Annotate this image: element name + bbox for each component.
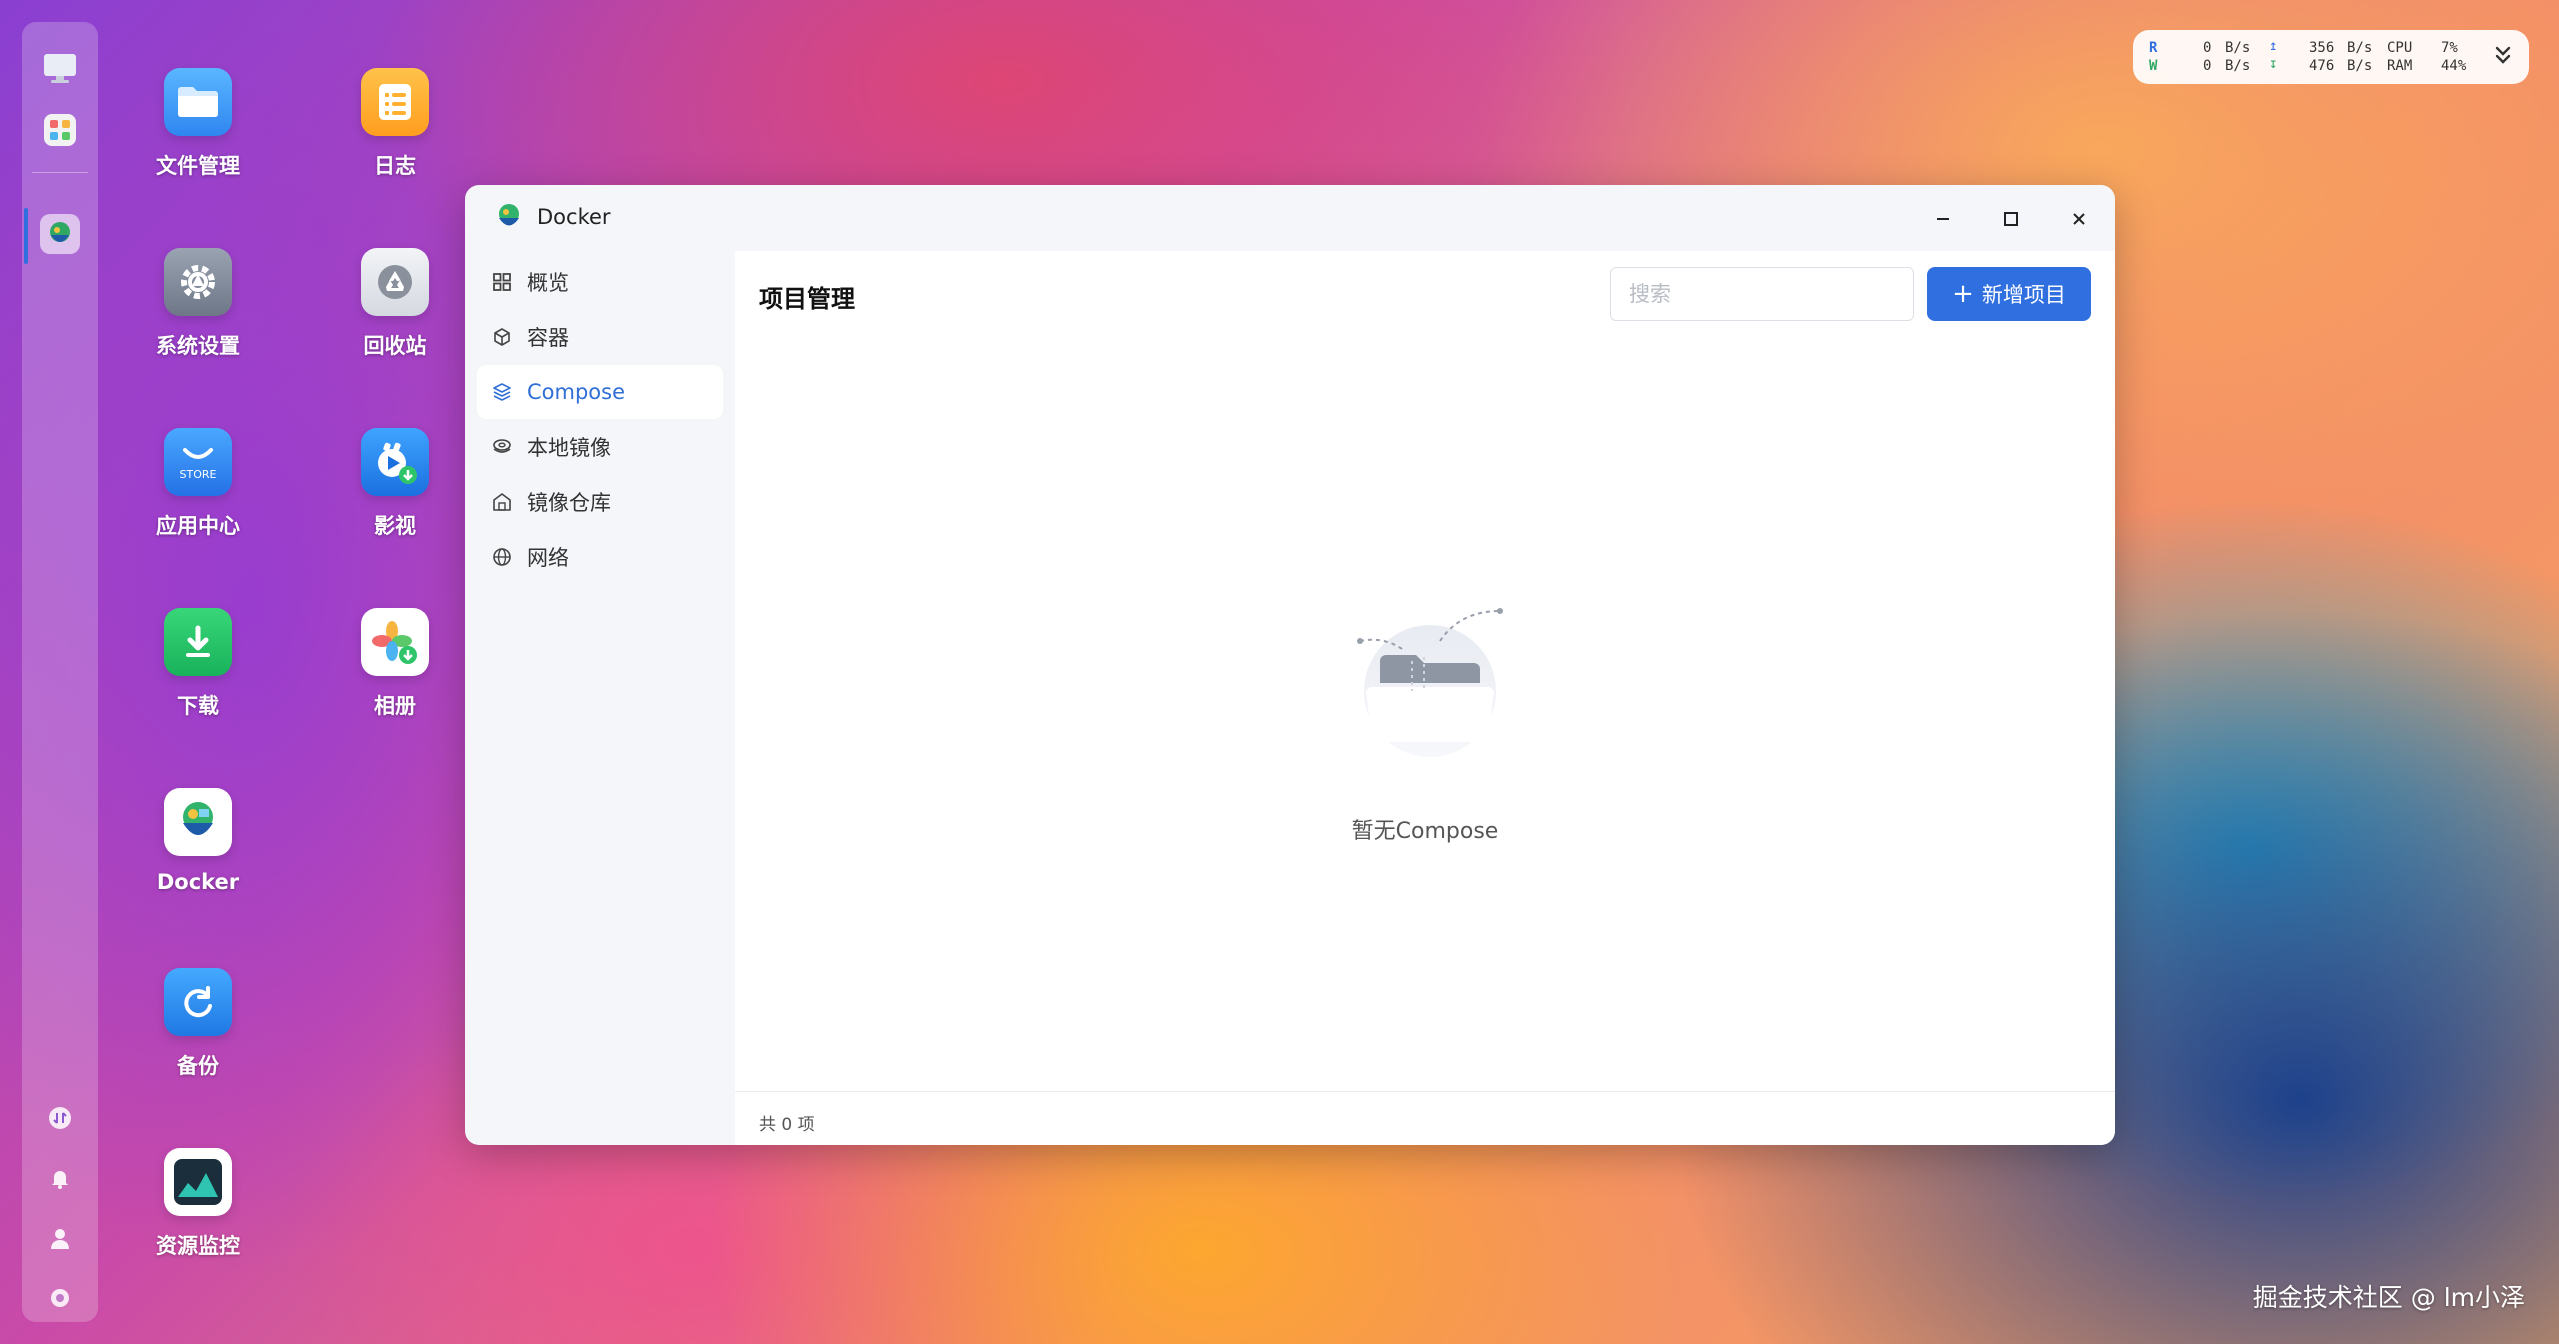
nav-item-network[interactable]: 网络 xyxy=(477,530,723,584)
page-title: 项目管理 xyxy=(759,285,855,313)
docker-window: Docker 概览 容器 Compose 本地镜像 镜像仓库 网络 项目管理 搜… xyxy=(465,185,2115,1145)
desktop: 文件管理 系统设置 STORE 应用中心 下载 Docker 备份 资源监控 日… xyxy=(0,0,2559,1344)
dock-user-icon[interactable] xyxy=(48,1226,72,1250)
upload-speed: 356 xyxy=(2309,40,2335,56)
desktop-icon-video[interactable]: 影视 xyxy=(320,418,470,578)
dock-desktop-icon[interactable] xyxy=(40,48,80,88)
chevron-down-icon[interactable] xyxy=(2493,44,2513,70)
download-icon xyxy=(164,608,232,676)
svg-text:STORE: STORE xyxy=(180,468,217,481)
folder-icon xyxy=(164,68,232,136)
desktop-icon-label: 下载 xyxy=(177,694,219,718)
window-title: Docker xyxy=(537,205,611,229)
write-label: W xyxy=(2149,58,2158,74)
download-unit: B/s xyxy=(2347,58,2373,74)
photos-icon xyxy=(361,608,429,676)
globe-icon xyxy=(491,546,513,568)
desktop-icon-app-center[interactable]: STORE 应用中心 xyxy=(123,418,273,578)
empty-state-text: 暂无Compose xyxy=(1351,819,1499,844)
upload-unit: B/s xyxy=(2347,40,2373,56)
search-input[interactable] xyxy=(1610,267,1914,321)
upload-arrow-icon: ↥ xyxy=(2269,38,2278,54)
dock-docker-icon[interactable] xyxy=(40,214,80,254)
item-count: 共 0 项 xyxy=(759,1115,815,1135)
nav-item-label: 本地镜像 xyxy=(527,436,611,460)
disk-icon xyxy=(491,436,513,458)
desktop-icon-download[interactable]: 下载 xyxy=(123,598,273,758)
nav-item-label: 镜像仓库 xyxy=(527,491,611,515)
nav-item-label: 网络 xyxy=(527,546,569,570)
backup-icon xyxy=(164,968,232,1036)
monitor-icon xyxy=(164,1148,232,1216)
desktop-icon-label: 日志 xyxy=(374,154,416,178)
nav-item-label: 概览 xyxy=(527,271,569,295)
panel-footer: 共 0 项 xyxy=(735,1091,2115,1145)
nav-item-image-registry[interactable]: 镜像仓库 xyxy=(477,475,723,529)
dock-transfer-icon[interactable] xyxy=(48,1106,72,1130)
box-icon xyxy=(491,326,513,348)
dock-settings-icon[interactable] xyxy=(48,1286,72,1310)
layers-icon xyxy=(491,381,513,403)
desktop-icon-backup[interactable]: 备份 xyxy=(123,958,273,1118)
desktop-icon-label: 回收站 xyxy=(363,334,427,358)
watermark: 掘金技术社区 @ lm小泽 xyxy=(2252,1283,2525,1312)
desktop-icon-label: 资源监控 xyxy=(156,1234,240,1258)
plus-icon: + xyxy=(1952,279,1974,309)
warehouse-icon xyxy=(491,491,513,513)
write-speed: 0 xyxy=(2203,58,2212,74)
dock-apps-icon[interactable] xyxy=(40,110,80,150)
cpu-value: 7% xyxy=(2441,40,2458,56)
desktop-icon-label: 系统设置 xyxy=(156,334,240,358)
recycle-icon xyxy=(361,248,429,316)
nav-item-compose[interactable]: Compose xyxy=(477,365,723,419)
nav-item-overview[interactable]: 概览 xyxy=(477,255,723,309)
read-unit: B/s xyxy=(2225,40,2251,56)
docker-sidebar: 概览 容器 Compose 本地镜像 镜像仓库 网络 xyxy=(465,251,735,1145)
add-project-button[interactable]: + 新增项目 xyxy=(1927,267,2091,321)
desktop-icon-label: 相册 xyxy=(374,694,416,718)
download-arrow-icon: ↧ xyxy=(2269,56,2278,72)
nav-item-containers[interactable]: 容器 xyxy=(477,310,723,364)
desktop-icon-settings[interactable]: 系统设置 xyxy=(123,238,273,398)
read-speed: 0 xyxy=(2203,40,2212,56)
nav-item-local-images[interactable]: 本地镜像 xyxy=(477,420,723,474)
dock-active-indicator xyxy=(24,208,28,264)
dock-bell-icon[interactable] xyxy=(48,1166,72,1190)
empty-folder-icon xyxy=(1340,601,1520,761)
download-speed: 476 xyxy=(2309,58,2335,74)
resource-monitor-widget[interactable]: R W 0 B/s 0 B/s ↥ ↧ 356 B/s 476 B/s CPU … xyxy=(2133,30,2529,84)
window-titlebar[interactable]: Docker xyxy=(465,185,2115,251)
grid-icon xyxy=(491,271,513,293)
desktop-icon-label: 应用中心 xyxy=(156,514,240,538)
desktop-icon-file-manager[interactable]: 文件管理 xyxy=(123,58,273,218)
write-unit: B/s xyxy=(2225,58,2251,74)
desktop-icon-resource-monitor[interactable]: 资源监控 xyxy=(123,1138,273,1298)
cpu-label: CPU xyxy=(2387,40,2413,56)
docker-icon xyxy=(164,788,232,856)
desktop-icon-recycle-bin[interactable]: 回收站 xyxy=(320,238,470,398)
maximize-button[interactable] xyxy=(1993,201,2029,237)
desktop-icon-label: 文件管理 xyxy=(156,154,240,178)
desktop-icon-photos[interactable]: 相册 xyxy=(320,598,470,758)
compose-panel: 项目管理 + 新增项目 xyxy=(735,251,2115,1145)
desktop-icon-label: 备份 xyxy=(177,1054,219,1078)
desktop-icon-label: 影视 xyxy=(374,514,416,538)
docker-app-icon xyxy=(493,201,525,237)
minimize-button[interactable] xyxy=(1925,201,1961,237)
add-project-label: 新增项目 xyxy=(1981,283,2066,307)
desktop-icon-log[interactable]: 日志 xyxy=(320,58,470,218)
log-icon xyxy=(361,68,429,136)
nav-item-label: Compose xyxy=(527,380,626,404)
nav-item-label: 容器 xyxy=(527,326,569,350)
store-icon: STORE xyxy=(164,428,232,496)
close-button[interactable] xyxy=(2061,201,2097,237)
ram-label: RAM xyxy=(2387,58,2413,74)
gear-icon xyxy=(164,248,232,316)
ram-value: 44% xyxy=(2441,58,2467,74)
read-label: R xyxy=(2149,40,2158,56)
desktop-icon-label: Docker xyxy=(156,870,240,894)
desktop-icon-docker[interactable]: Docker xyxy=(123,778,273,938)
video-icon xyxy=(361,428,429,496)
dock xyxy=(22,22,98,1322)
